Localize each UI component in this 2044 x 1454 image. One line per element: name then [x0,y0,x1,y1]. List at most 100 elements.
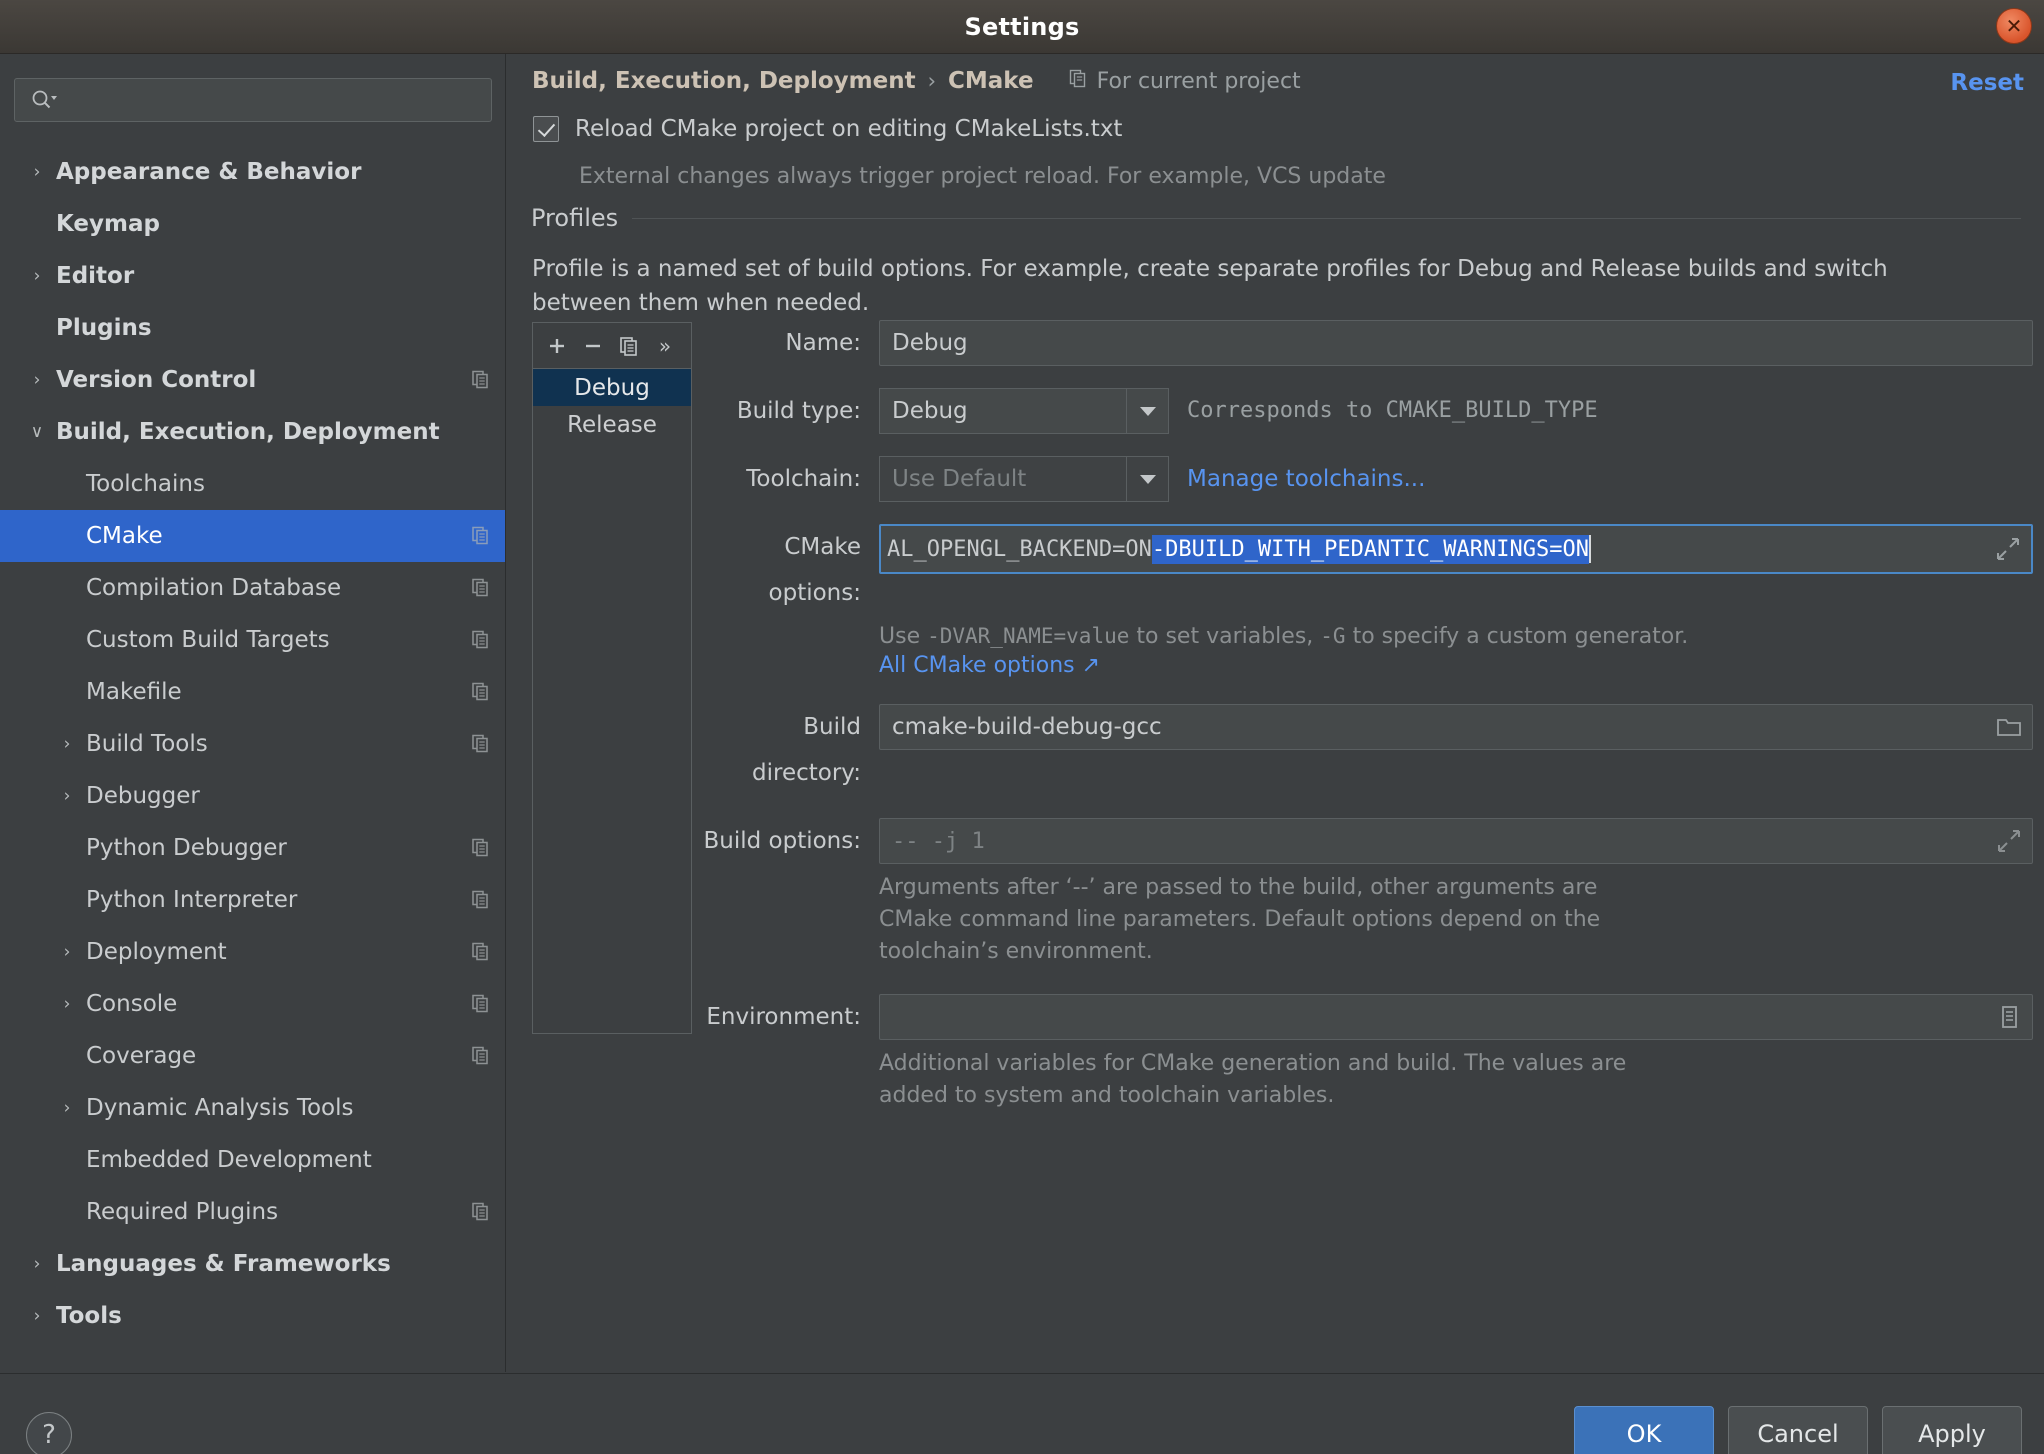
build-directory-input[interactable]: cmake-build-debug-gcc [879,704,2033,750]
hint-part-2: to set variables, [1129,624,1321,649]
sidebar-item-editor[interactable]: › Editor [0,250,505,302]
sidebar-item-toolchains[interactable]: Toolchains [0,458,505,510]
environment-list-icon[interactable] [1989,998,2029,1036]
add-profile-button[interactable] [539,328,575,364]
section-divider [632,217,2021,219]
cmake-options-label: CMake options: [768,534,861,606]
sidebar-item-embedded-development[interactable]: Embedded Development [0,1134,505,1186]
form-row-build-options: Build options: -- -j 1 [703,818,2033,864]
chevron-right-icon[interactable]: › [26,1305,48,1327]
sidebar-item-label: Tools [56,1303,122,1329]
sidebar-item-console[interactable]: › Console [0,978,505,1030]
build-type-select[interactable]: Debug [879,388,1169,434]
chevron-right-icon[interactable]: › [56,785,78,807]
more-options-button[interactable]: » [647,328,683,364]
expand-icon[interactable] [1989,822,2029,860]
help-button[interactable]: ? [26,1412,72,1454]
sidebar-item-cmake[interactable]: CMake [0,510,505,562]
toolchain-select[interactable]: Use Default [879,456,1169,502]
chevron-right-icon[interactable]: › [56,733,78,755]
reload-cmake-label: Reload CMake project on editing CMakeLis… [575,116,1123,142]
chevron-right-icon[interactable]: › [56,941,78,963]
chevron-right-icon[interactable]: › [26,161,48,183]
breadcrumb-current: CMake [948,68,1034,94]
close-icon[interactable]: ✕ [1996,8,2032,44]
name-input[interactable]: Debug [879,320,2033,366]
sidebar-item-keymap[interactable]: Keymap [0,198,505,250]
dialog-footer: ? OK Cancel Apply [0,1373,2044,1454]
build-options-input[interactable]: -- -j 1 [879,818,2033,864]
project-scope-badge-icon [470,1045,492,1067]
build-options-hint-row: Arguments after ‘--’ are passed to the b… [703,872,2033,968]
apply-button[interactable]: Apply [1882,1406,2022,1454]
all-cmake-options-link[interactable]: All CMake options ↗ [879,653,2033,678]
window-title: Settings [964,12,1080,41]
chevron-down-icon[interactable]: ∨ [26,421,48,443]
toolchain-label: Toolchain: [746,466,861,492]
reset-button[interactable]: Reset [1950,70,2024,96]
sidebar-item-build-tools[interactable]: › Build Tools [0,718,505,770]
hint-mono-2: -G [1320,624,1346,648]
ok-button[interactable]: OK [1574,1406,1714,1454]
sidebar-item-build-execution-deployment[interactable]: ∨ Build, Execution, Deployment [0,406,505,458]
sidebar-item-label: Dynamic Analysis Tools [86,1095,354,1121]
breadcrumb-parent[interactable]: Build, Execution, Deployment [532,68,916,94]
cancel-button[interactable]: Cancel [1728,1406,1868,1454]
search-box[interactable] [14,78,492,122]
breadcrumb: Build, Execution, Deployment › CMake For… [532,68,1301,94]
sidebar-item-custom-build-targets[interactable]: Custom Build Targets [0,614,505,666]
sidebar-item-python-interpreter[interactable]: Python Interpreter [0,874,505,926]
hint-part-1: Use [879,624,928,649]
form-row-name: Name: Debug [703,320,2033,366]
sidebar-item-makefile[interactable]: Makefile [0,666,505,718]
sidebar-item-tools[interactable]: › Tools [0,1290,505,1342]
sidebar-item-label: Build, Execution, Deployment [56,419,440,445]
manage-toolchains-link[interactable]: Manage toolchains... [1187,456,1425,502]
chevron-right-icon[interactable]: › [56,1097,78,1119]
copy-profile-icon[interactable] [611,328,647,364]
sidebar-item-appearance-behavior[interactable]: › Appearance & Behavior [0,146,505,198]
profile-list-item[interactable]: Release [533,406,691,443]
environment-input[interactable] [879,994,2033,1040]
text-caret [1589,535,1591,563]
sidebar-item-label: Deployment [86,939,227,965]
sidebar-item-required-plugins[interactable]: Required Plugins [0,1186,505,1238]
sidebar-item-plugins[interactable]: Plugins [0,302,505,354]
remove-profile-button[interactable] [575,328,611,364]
sidebar-item-debugger[interactable]: › Debugger [0,770,505,822]
project-scope-badge-icon [470,889,492,911]
sidebar-item-label: Plugins [56,315,152,341]
profiles-section-header: Profiles [531,204,2021,232]
chevron-right-icon[interactable]: › [26,1253,48,1275]
reload-cmake-checkbox-row[interactable]: Reload CMake project on editing CMakeLis… [533,116,1122,142]
sidebar-item-deployment[interactable]: › Deployment [0,926,505,978]
profiles-description: Profile is a named set of build options.… [532,256,1888,316]
sidebar-item-version-control[interactable]: › Version Control [0,354,505,406]
chevron-right-icon[interactable]: › [56,993,78,1015]
sidebar-item-label: Build Tools [86,731,208,757]
profile-list-item[interactable]: Debug [533,369,691,406]
search-input[interactable] [57,89,491,111]
folder-icon[interactable] [1989,708,2029,746]
settings-dialog: › Appearance & Behavior Keymap › Editor Plugi… [0,54,2044,1454]
chevron-down-icon[interactable] [1126,457,1168,501]
build-options-label: Build options: [703,828,861,854]
cmake-options-input[interactable]: AL_OPENGL_BACKEND=ON -DBUILD_WITH_PEDANT… [879,524,2033,574]
dialog-buttons: OK Cancel Apply [1574,1406,2022,1454]
chevron-right-icon[interactable]: › [26,265,48,287]
expand-icon[interactable] [1985,526,2031,572]
sidebar-item-languages-frameworks[interactable]: › Languages & Frameworks [0,1238,505,1290]
build-type-note: Corresponds to CMAKE_BUILD_TYPE [1187,398,1598,423]
sidebar-item-compilation-database[interactable]: Compilation Database [0,562,505,614]
sidebar-item-python-debugger[interactable]: Python Debugger [0,822,505,874]
reload-cmake-checkbox[interactable] [533,116,559,142]
cmake-settings-panel: Build, Execution, Deployment › CMake For… [507,54,2044,1372]
chevron-right-icon[interactable]: › [26,369,48,391]
environment-hint-row: Additional variables for CMake generatio… [703,1048,2033,1112]
chevron-down-icon[interactable] [1126,389,1168,433]
sidebar-item-dynamic-analysis-tools[interactable]: › Dynamic Analysis Tools [0,1082,505,1134]
sidebar-item-coverage[interactable]: Coverage [0,1030,505,1082]
